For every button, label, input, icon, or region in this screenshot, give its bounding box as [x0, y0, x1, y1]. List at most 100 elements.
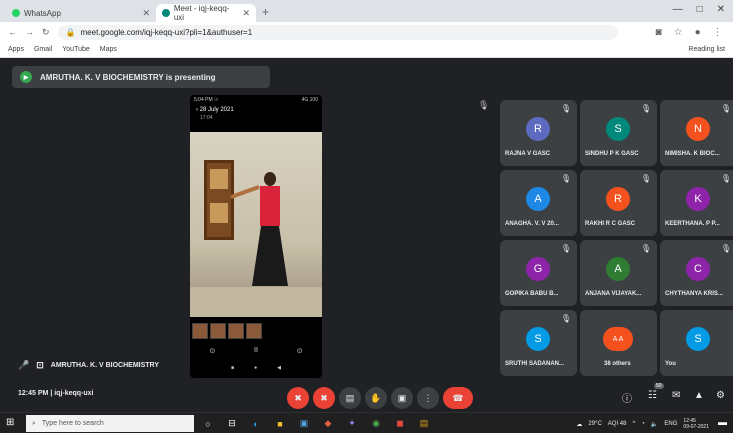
mic-toggle-button[interactable]: ✖: [287, 387, 309, 409]
bookmark-youtube[interactable]: YouTube: [62, 46, 90, 53]
minimize-button[interactable]: —: [673, 4, 683, 15]
close-tab-icon[interactable]: ✕: [142, 8, 150, 19]
captions-button[interactable]: ▤: [339, 387, 361, 409]
close-window-button[interactable]: ✕: [717, 4, 725, 15]
participant-tile[interactable]: 🎙 N NIMISHA. K BIOC...: [660, 100, 733, 166]
language-indicator[interactable]: ENG: [664, 421, 677, 427]
tab-whatsapp[interactable]: WhatsApp ✕: [6, 4, 156, 22]
forward-button[interactable]: →: [25, 27, 34, 37]
app-icon[interactable]: ◼: [392, 416, 408, 431]
explorer-icon[interactable]: ■: [272, 416, 288, 431]
tab-meet[interactable]: Meet - iqj-keqq-uxi ✕: [156, 4, 256, 22]
mic-icon: 🎙: [560, 174, 571, 183]
avatar: S: [686, 327, 710, 351]
aqi: AQI 48: [607, 421, 627, 427]
profile-icon[interactable]: ●: [695, 27, 701, 38]
meeting-info-button[interactable]: ⓘ: [622, 390, 632, 405]
taskbar-search[interactable]: ⌕ Type here to search: [26, 415, 194, 432]
mic-icon: 🎙: [560, 104, 571, 113]
meeting-controls-bar: 12:45 PM | iqj-keqq-uxi ✖ ✖ ▤ ✋ ▣ ⋮ ☎ ⓘ …: [0, 383, 733, 410]
presenting-text: AMRUTHA. K. V BIOCHEMISTRY is presenting: [40, 72, 216, 82]
participant-tile[interactable]: 🎙 A ANJANA VIJAYAK...: [580, 240, 657, 306]
participant-tile[interactable]: 🎙 R RAKHI R C GASC: [580, 170, 657, 236]
mic-icon: 🎙: [560, 314, 571, 323]
shared-screen: 5:04 PM ☉ 4G 100 ‹ 28 July 2021 17:04 ⊙ …: [190, 95, 322, 378]
reload-button[interactable]: ↻: [42, 27, 50, 38]
self-tile[interactable]: S You: [660, 310, 733, 376]
taskbar-apps: ○ ⊟ ◐ ■ ▣ ◆ ✦ ◉ ◼ ▤: [200, 416, 432, 431]
task-view-icon[interactable]: ○: [200, 416, 216, 431]
photo-time: 17:04: [200, 115, 213, 121]
participant-tile[interactable]: 🎙 A ANAGHA. V. V 20...: [500, 170, 577, 236]
address-bar-row: ← → ↻ 🔒 meet.google.com/iqj-keqq-uxi?pli…: [0, 22, 733, 42]
forward-icon: ⊙: [296, 348, 303, 355]
camera-permission-icon[interactable]: ◙: [656, 27, 662, 38]
participant-name: GOPIKA BABU B...: [505, 291, 559, 297]
avatar: R: [606, 187, 630, 211]
store-icon[interactable]: ▣: [296, 416, 312, 431]
teams-icon[interactable]: ✦: [344, 416, 360, 431]
dancer-figure: [230, 172, 290, 312]
menu-icon[interactable]: ⋮: [713, 27, 723, 38]
participant-name: RAKHI R C GASC: [585, 221, 636, 227]
avatar: A: [526, 187, 550, 211]
clock[interactable]: 12:45 09-07-2021: [683, 418, 709, 430]
bookmark-maps[interactable]: Maps: [100, 46, 117, 53]
door: [204, 160, 234, 240]
host-controls-button[interactable]: ⚙: [716, 390, 725, 401]
participant-name: SINDHU P K GASC: [585, 151, 639, 157]
avatar: S: [606, 117, 630, 141]
bookmark-gmail[interactable]: Gmail: [34, 46, 52, 53]
pause-icon: II: [254, 347, 258, 354]
app-icon[interactable]: ▤: [416, 416, 432, 431]
participant-name: RAJNA V GASC: [505, 151, 551, 157]
raise-hand-button[interactable]: ✋: [365, 387, 387, 409]
widgets-icon[interactable]: ⊟: [224, 416, 240, 431]
mic-icon: 🎤: [18, 360, 30, 370]
others-tile[interactable]: A A 38 others: [580, 310, 657, 376]
more-options-button[interactable]: ⋮: [417, 387, 439, 409]
people-button[interactable]: ☷: [648, 390, 657, 401]
bookmark-apps[interactable]: Apps: [8, 46, 24, 53]
participant-tile[interactable]: 🎙 S SRUTHI SADANAN...: [500, 310, 577, 376]
close-tab-icon[interactable]: ✕: [242, 8, 250, 19]
recents-icon: ■: [231, 365, 235, 371]
avatar: C: [686, 257, 710, 281]
participant-tile[interactable]: 🎙 K KEERTHANA. P P...: [660, 170, 733, 236]
participant-tile[interactable]: 🎙 G GOPIKA BABU B...: [500, 240, 577, 306]
volume-icon[interactable]: 🔈: [651, 421, 658, 428]
present-button[interactable]: ▣: [391, 387, 413, 409]
mail-icon[interactable]: ◆: [320, 416, 336, 431]
video-controls: ⊙ II ⊙: [190, 347, 322, 355]
url-field[interactable]: 🔒 meet.google.com/iqj-keqq-uxi?pli=1&aut…: [57, 24, 618, 40]
back-button[interactable]: ←: [8, 27, 17, 37]
avatar: N: [686, 117, 710, 141]
activities-button[interactable]: ▲: [694, 390, 704, 401]
wifi-icon[interactable]: ◔: [641, 421, 645, 427]
phone-status-right: 4G 100: [301, 97, 318, 103]
maximize-button[interactable]: □: [697, 4, 703, 15]
search-icon: ⌕: [32, 419, 36, 427]
participant-name: You: [665, 361, 676, 367]
participant-name: CHYTHANYA KRIS...: [665, 291, 723, 297]
participant-name: ANJANA VIJAYAK...: [585, 291, 642, 297]
bookmark-star-icon[interactable]: ☆: [674, 27, 683, 38]
leave-call-button[interactable]: ☎: [443, 387, 473, 409]
reading-list[interactable]: Reading list: [688, 46, 725, 53]
mic-icon: 🎙: [640, 174, 651, 183]
participant-tile[interactable]: 🎙 C CHYTHANYA KRIS...: [660, 240, 733, 306]
participant-grid: 🎙 R RAJNA V GASC 🎙 S SINDHU P K GASC 🎙 N…: [500, 100, 733, 380]
start-button[interactable]: ⊞: [6, 417, 14, 428]
chrome-icon[interactable]: ◉: [368, 416, 384, 431]
browser-tab-bar: WhatsApp ✕ Meet - iqj-keqq-uxi ✕ + — □ ✕: [0, 0, 733, 22]
tray-chevron-icon[interactable]: ^: [632, 421, 635, 427]
whatsapp-icon: [12, 9, 20, 17]
edge-icon[interactable]: ◐: [248, 416, 264, 431]
camera-toggle-button[interactable]: ✖: [313, 387, 335, 409]
presenting-banner: ▶ AMRUTHA. K. V BIOCHEMISTRY is presenti…: [12, 66, 270, 88]
participant-tile[interactable]: 🎙 S SINDHU P K GASC: [580, 100, 657, 166]
chat-button[interactable]: ✉: [672, 390, 680, 401]
participant-tile[interactable]: 🎙 R RAJNA V GASC: [500, 100, 577, 166]
new-tab-button[interactable]: +: [262, 5, 269, 19]
notification-icon[interactable]: ▬: [718, 417, 727, 427]
